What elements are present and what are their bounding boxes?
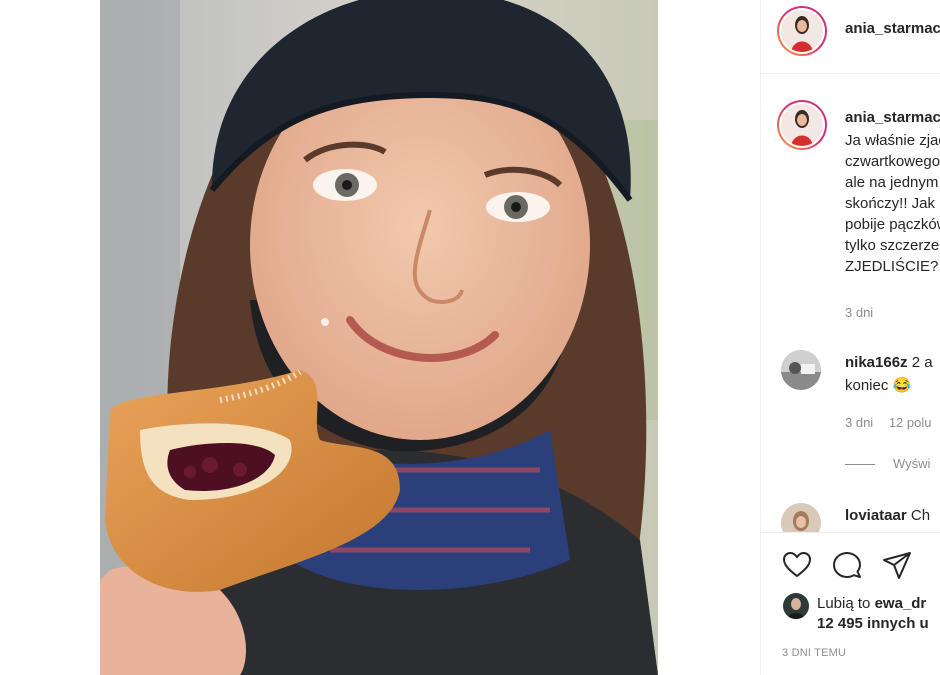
author-avatar-image: [781, 10, 823, 52]
comment-meta: 3 dni 12 polu: [845, 415, 931, 430]
liker-username[interactable]: ewa_dr: [875, 595, 927, 612]
comment: loviataar Ch: [845, 507, 930, 524]
post-actions-section: Lubią to ewa_dr 12 495 innych u 3 DNI TE…: [761, 532, 940, 675]
caption-time[interactable]: 3 dni: [845, 305, 873, 320]
comment-time[interactable]: 3 dni: [845, 415, 873, 430]
likes-prefix: Lubią to: [817, 595, 871, 612]
post-media-area: [0, 0, 760, 675]
comment: nika166z 2 a: [845, 354, 933, 371]
commenter-avatar-image: [781, 350, 821, 390]
comment-body: 2 a: [911, 354, 933, 371]
post-side-panel: ania_starmach ania_starmach Ja właśnie z…: [760, 0, 940, 675]
commenter-avatar[interactable]: [781, 350, 821, 390]
caption-author-avatar-image: [781, 104, 823, 146]
likes-count[interactable]: 12 495 innych u: [817, 615, 929, 632]
caption-line: tylko szczerze, ILE: [845, 237, 940, 254]
caption-line: skończy!! Jak nic nie: [845, 195, 940, 212]
comment-body-line2: koniec 😂: [845, 377, 912, 394]
liker-avatar[interactable]: [783, 593, 809, 619]
post-photo[interactable]: [100, 0, 658, 675]
caption-line: ZJEDLIŚCIE?: [845, 258, 939, 275]
liker-avatar-image: [783, 593, 809, 619]
caption-author-avatar[interactable]: [777, 100, 827, 150]
view-replies-label: Wyświ: [893, 456, 931, 471]
caption-line: pobije pączków! Przyznajcie: [845, 216, 940, 233]
caption-text: Ja właśnie zjadłam czwartkowego pączka, …: [845, 130, 940, 277]
selfie-with-donut-illustration: [100, 0, 658, 675]
comment-likes[interactable]: 12 polu: [889, 415, 932, 430]
replies-divider: [845, 464, 875, 466]
likes-by-line: Lubią to ewa_dr: [817, 595, 926, 612]
caption-line: czwartkowego pączka,: [845, 153, 940, 170]
caption-username[interactable]: ania_starmach: [845, 109, 940, 126]
comment-body: Ch: [910, 507, 931, 524]
author-username[interactable]: ania_starmach: [845, 20, 940, 37]
comment-icon[interactable]: [831, 549, 863, 581]
author-avatar[interactable]: [777, 6, 827, 56]
comment-username[interactable]: loviataar: [845, 507, 907, 524]
caption-line: ale na jednym się nie: [845, 174, 939, 191]
caption-line: Ja właśnie zjadłam: [845, 132, 940, 149]
post-header: ania_starmach: [761, 0, 940, 74]
comment-username[interactable]: nika166z: [845, 354, 908, 371]
share-icon[interactable]: [881, 549, 913, 581]
view-replies-button[interactable]: Wyświ: [845, 456, 930, 471]
heart-icon[interactable]: [781, 549, 813, 581]
post-date[interactable]: 3 DNI TEMU: [782, 647, 846, 659]
